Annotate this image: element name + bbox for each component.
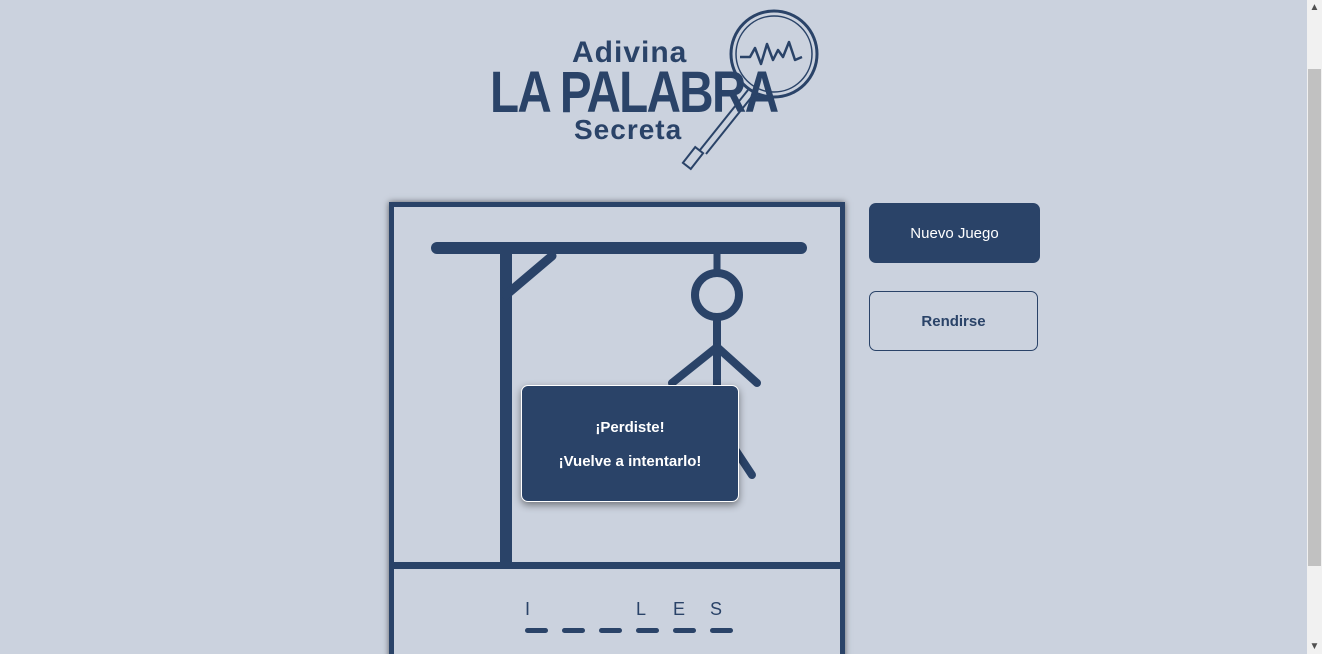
hangman-arm-left — [668, 343, 721, 387]
new-game-button[interactable]: Nuevo Juego — [869, 203, 1040, 263]
popup-title: ¡Perdiste! — [595, 419, 665, 436]
letter: E — [673, 599, 687, 619]
give-up-button[interactable]: Rendirse — [869, 291, 1038, 351]
board-divider — [394, 562, 840, 569]
letter-slot: S — [710, 595, 733, 633]
letter-underline — [710, 628, 733, 633]
game-over-popup: ¡Perdiste! ¡Vuelve a intentarlo! — [521, 385, 739, 502]
letter-slot: E — [673, 595, 696, 633]
letter: L — [636, 599, 648, 619]
letter: I — [525, 599, 532, 619]
page: Adivina LA PALABRA Secreta I L E S ¡Perd… — [0, 0, 1307, 654]
popup-message: ¡Vuelve a intentarlo! — [558, 453, 702, 470]
letter-slot — [599, 595, 622, 633]
letter-underline — [525, 628, 548, 633]
scrollbar[interactable]: ▲ ▼ — [1307, 0, 1322, 654]
logo: Adivina LA PALABRA Secreta — [488, 2, 823, 174]
letter-underline — [562, 628, 585, 633]
secret-word: I L E S — [525, 595, 733, 633]
letter-underline — [673, 628, 696, 633]
hangman-arm-right — [713, 343, 761, 387]
chevron-down-icon[interactable]: ▼ — [1307, 639, 1322, 654]
gallows-brace — [501, 251, 557, 300]
chevron-up-icon[interactable]: ▲ — [1307, 0, 1322, 15]
scrollbar-thumb[interactable] — [1308, 69, 1321, 566]
letter-slot: I — [525, 595, 548, 633]
letter-underline — [636, 628, 659, 633]
letter-slot: L — [636, 595, 659, 633]
letter-underline — [599, 628, 622, 633]
letter: S — [710, 599, 724, 619]
hangman-head — [691, 269, 743, 321]
letter-slot — [562, 595, 585, 633]
logo-line-bottom: Secreta — [574, 114, 683, 145]
